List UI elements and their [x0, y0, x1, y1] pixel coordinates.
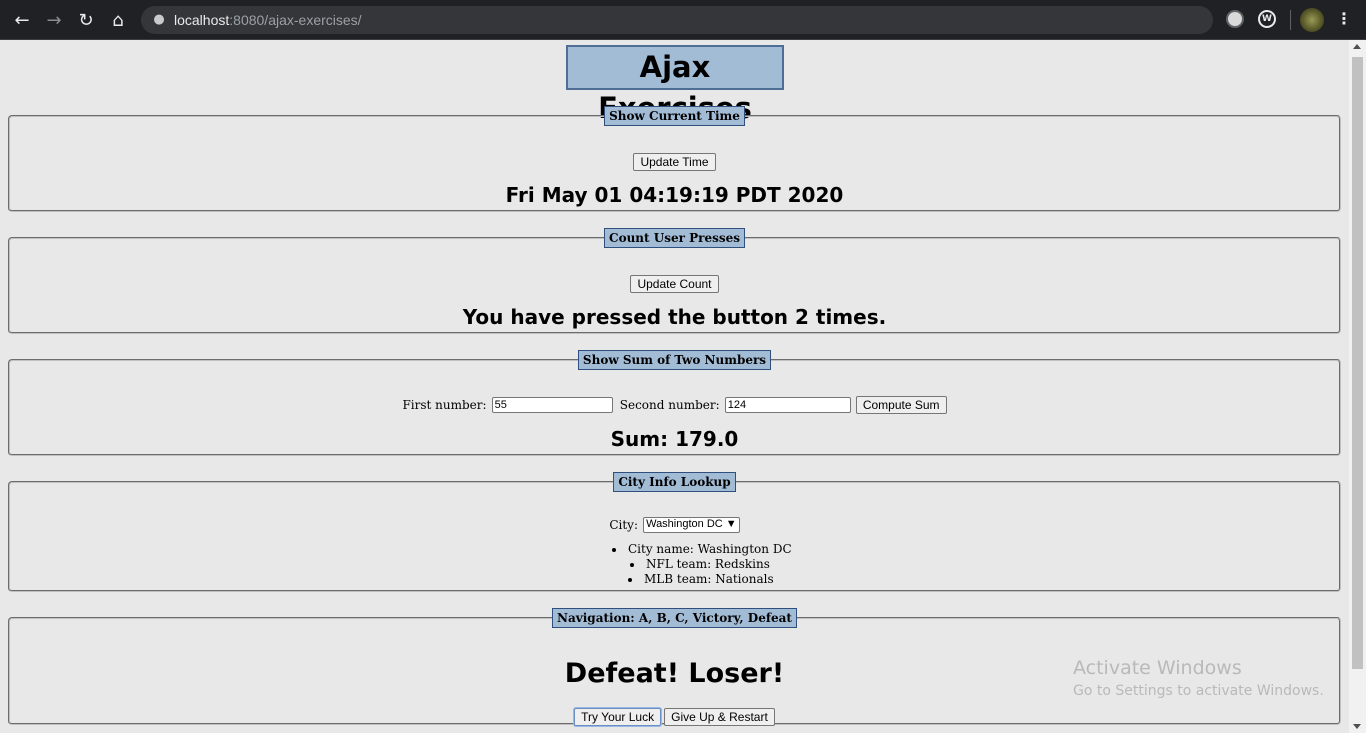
city-panel-legend: City Info Lookup: [613, 472, 736, 492]
scrollbar-thumb[interactable]: [1352, 57, 1363, 669]
reload-icon[interactable]: ↻: [74, 8, 98, 32]
navigation-panel-legend: Navigation: A, B, C, Victory, Defeat: [552, 608, 797, 628]
list-item: MLB team: Nationals: [612, 572, 792, 587]
bullet-icon: [628, 577, 632, 582]
url-path: :8080/ajax-exercises/: [229, 12, 362, 28]
back-icon[interactable]: ←: [10, 8, 34, 32]
mlb-team-text: MLB team: Nationals: [644, 572, 774, 586]
menu-icon[interactable]: ⋮: [1336, 9, 1352, 28]
toolbar-divider: [1290, 10, 1291, 30]
bullet-icon: [630, 562, 634, 567]
city-select[interactable]: Washington DC ▼: [643, 516, 740, 533]
city-panel: City Info Lookup City: Washington DC ▼ C…: [8, 472, 1341, 592]
city-name-text: City name: Washington DC: [628, 542, 792, 556]
scroll-down-arrow-icon[interactable]: [1353, 724, 1361, 729]
first-number-label: First number:: [402, 398, 487, 412]
site-info-icon[interactable]: ●: [151, 12, 167, 28]
compute-sum-button[interactable]: Compute Sum: [855, 395, 947, 414]
page-scrollbar[interactable]: [1349, 40, 1366, 733]
extension-icon[interactable]: [1226, 10, 1244, 28]
dropdown-arrow-icon: ▼: [725, 517, 737, 530]
browser-toolbar: ← → ↻ ⌂ ● localhost:8080/ajax-exercises/…: [0, 0, 1366, 40]
city-select-value: Washington DC: [646, 517, 723, 530]
address-bar[interactable]: ● localhost:8080/ajax-exercises/: [141, 6, 1213, 34]
time-panel-legend: Show Current Time: [604, 106, 745, 126]
update-time-button[interactable]: Update Time: [633, 153, 716, 171]
sum-panel: Show Sum of Two Numbers First number: Se…: [8, 350, 1341, 456]
home-icon[interactable]: ⌂: [106, 8, 130, 32]
count-result: You have pressed the button 2 times.: [462, 305, 887, 329]
profile-avatar[interactable]: [1300, 8, 1324, 32]
sum-panel-legend: Show Sum of Two Numbers: [577, 350, 772, 370]
extension-w-icon[interactable]: W: [1258, 10, 1276, 28]
give-up-restart-button[interactable]: Give Up & Restart: [664, 708, 775, 726]
list-item: NFL team: Redskins: [612, 557, 792, 572]
nfl-team-text: NFL team: Redskins: [646, 557, 770, 571]
city-info-list: City name: Washington DC NFL team: Redsk…: [612, 542, 792, 587]
second-number-input[interactable]: [724, 396, 851, 413]
try-your-luck-button[interactable]: Try Your Luck: [574, 708, 662, 726]
current-time-result: Fri May 01 04:19:19 PDT 2020: [505, 183, 844, 207]
bullet-icon: [612, 547, 616, 552]
forward-icon[interactable]: →: [42, 8, 66, 32]
url-host: localhost: [174, 12, 230, 28]
count-panel-legend: Count User Presses: [604, 228, 745, 248]
update-count-button[interactable]: Update Count: [630, 275, 719, 293]
page-title: Ajax Exercises: [566, 45, 784, 125]
url-text[interactable]: localhost:8080/ajax-exercises/: [174, 11, 362, 29]
activate-windows-title: Activate Windows: [1073, 657, 1242, 679]
scroll-up-arrow-icon[interactable]: [1353, 44, 1361, 49]
sum-result: Sum: 179.0: [610, 427, 739, 451]
first-number-input[interactable]: [491, 396, 613, 413]
list-item: City name: Washington DC: [612, 542, 792, 557]
time-panel: Show Current Time Update Time Fri May 01…: [8, 106, 1341, 212]
activate-windows-subtitle: Go to Settings to activate Windows.: [1073, 683, 1324, 699]
second-number-label: Second number:: [619, 398, 720, 412]
count-panel: Count User Presses Update Count You have…: [8, 228, 1341, 334]
city-label: City:: [609, 518, 638, 532]
